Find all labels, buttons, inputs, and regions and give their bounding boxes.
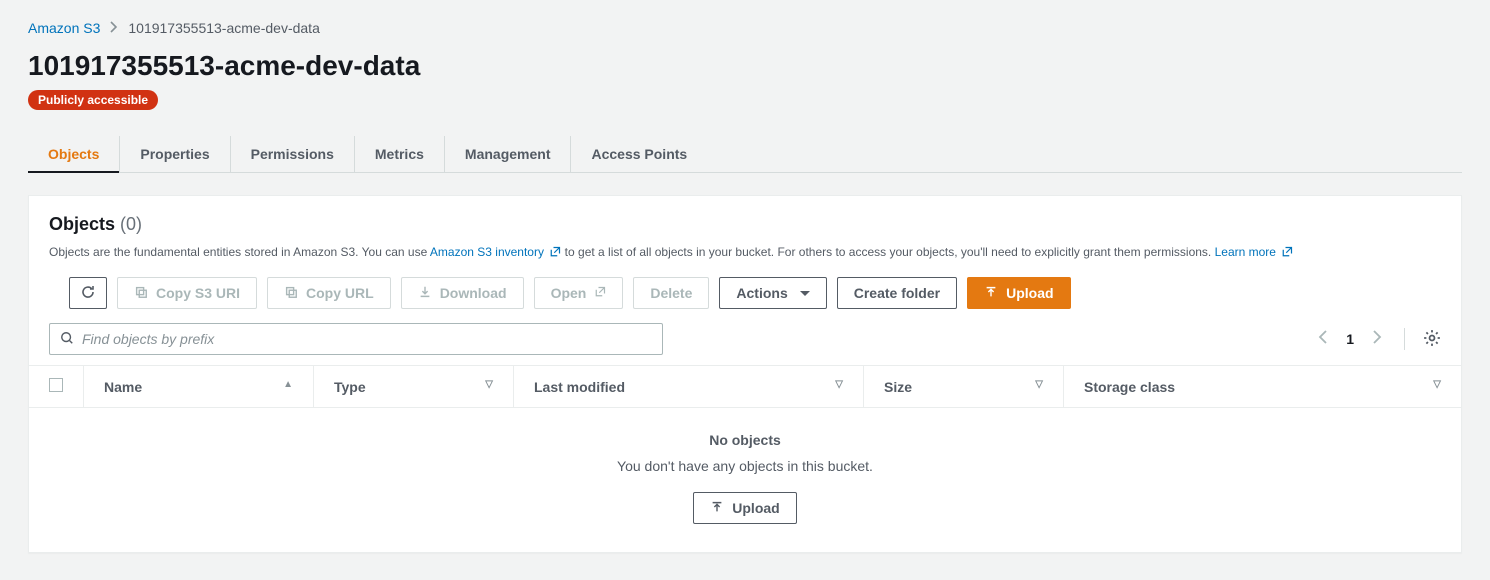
upload-icon [710, 500, 724, 517]
column-last-modified-label: Last modified [534, 379, 625, 395]
empty-upload-button[interactable]: Upload [693, 492, 796, 524]
tab-permissions[interactable]: Permissions [231, 136, 355, 172]
panel-description: Objects are the fundamental entities sto… [49, 243, 1441, 263]
select-all-checkbox[interactable] [49, 378, 63, 392]
tab-properties[interactable]: Properties [120, 136, 230, 172]
breadcrumb: Amazon S3 101917355513-acme-dev-data [28, 20, 1462, 36]
panel-title-text: Objects [49, 214, 115, 234]
search-input[interactable] [82, 331, 652, 347]
external-link-icon [1281, 245, 1293, 263]
copy-s3-uri-button[interactable]: Copy S3 URI [117, 277, 257, 309]
tab-management[interactable]: Management [445, 136, 572, 172]
filter-row: 1 [29, 309, 1461, 365]
actions-dropdown[interactable]: Actions [719, 277, 826, 309]
open-button[interactable]: Open [534, 277, 624, 309]
desc-text-2: to get a list of all objects in your buc… [565, 245, 1215, 259]
chevron-right-icon [110, 21, 118, 36]
desc-text-1: Objects are the fundamental entities sto… [49, 245, 430, 259]
download-button[interactable]: Download [401, 277, 524, 309]
tab-metrics[interactable]: Metrics [355, 136, 445, 172]
select-all-header [29, 366, 84, 408]
column-size-label: Size [884, 379, 912, 395]
table-header-row: Name ▲ Type ▽ Last modified ▽ Size ▽ [29, 366, 1461, 408]
sort-asc-icon: ▲ [283, 379, 293, 390]
column-storage-class-label: Storage class [1084, 379, 1175, 395]
search-icon [60, 331, 74, 348]
empty-state: No objects You don't have any objects in… [29, 408, 1461, 552]
external-link-icon [549, 245, 561, 263]
pager-prev[interactable] [1314, 326, 1332, 353]
download-label: Download [440, 285, 507, 301]
pager-current-page: 1 [1346, 331, 1354, 347]
delete-button[interactable]: Delete [633, 277, 709, 309]
gear-icon [1423, 329, 1441, 347]
actions-label: Actions [736, 285, 787, 301]
breadcrumb-root-link[interactable]: Amazon S3 [28, 20, 100, 36]
tab-bar: Objects Properties Permissions Metrics M… [28, 136, 1462, 173]
learn-more-text: Learn more [1215, 245, 1276, 259]
column-type[interactable]: Type ▽ [314, 366, 514, 408]
inventory-link[interactable]: Amazon S3 inventory [430, 245, 565, 259]
column-type-label: Type [334, 379, 366, 395]
create-folder-label: Create folder [854, 285, 940, 301]
breadcrumb-current: 101917355513-acme-dev-data [128, 20, 319, 36]
search-box[interactable] [49, 323, 663, 355]
external-link-icon [594, 285, 606, 301]
page-title: 101917355513-acme-dev-data [28, 50, 1462, 82]
panel-title: Objects (0) [49, 214, 1441, 235]
copy-url-button[interactable]: Copy URL [267, 277, 391, 309]
sort-icon: ▽ [485, 379, 493, 390]
sort-icon: ▽ [1035, 379, 1043, 390]
refresh-icon [80, 284, 96, 303]
column-name-label: Name [104, 379, 142, 395]
create-folder-button[interactable]: Create folder [837, 277, 957, 309]
settings-button[interactable] [1423, 329, 1441, 350]
upload-button[interactable]: Upload [967, 277, 1070, 309]
empty-title: No objects [29, 432, 1461, 448]
objects-panel: Objects (0) Objects are the fundamental … [28, 195, 1462, 553]
toolbar: Copy S3 URI Copy URL Download Open [49, 277, 1441, 309]
column-last-modified[interactable]: Last modified ▽ [514, 366, 864, 408]
inventory-link-text: Amazon S3 inventory [430, 245, 544, 259]
copy-s3-uri-label: Copy S3 URI [156, 285, 240, 301]
tab-objects[interactable]: Objects [28, 136, 120, 172]
objects-count: (0) [120, 214, 142, 234]
download-icon [418, 285, 432, 302]
copy-icon [284, 285, 298, 302]
column-name[interactable]: Name ▲ [84, 366, 314, 408]
refresh-button[interactable] [69, 277, 107, 309]
learn-more-link[interactable]: Learn more [1215, 245, 1294, 259]
column-size[interactable]: Size ▽ [864, 366, 1064, 408]
column-storage-class[interactable]: Storage class ▽ [1064, 366, 1462, 408]
copy-url-label: Copy URL [306, 285, 374, 301]
empty-upload-label: Upload [732, 500, 779, 516]
sort-icon: ▽ [1433, 379, 1441, 390]
upload-icon [984, 285, 998, 302]
upload-label: Upload [1006, 285, 1053, 301]
open-label: Open [551, 285, 587, 301]
public-access-badge: Publicly accessible [28, 90, 158, 110]
pager: 1 [1314, 326, 1441, 353]
delete-label: Delete [650, 285, 692, 301]
sort-icon: ▽ [835, 379, 843, 390]
objects-table: Name ▲ Type ▽ Last modified ▽ Size ▽ [29, 365, 1461, 408]
empty-subtitle: You don't have any objects in this bucke… [29, 458, 1461, 474]
divider [1404, 328, 1405, 350]
pager-next[interactable] [1368, 326, 1386, 353]
caret-down-icon [800, 291, 810, 296]
copy-icon [134, 285, 148, 302]
tab-access-points[interactable]: Access Points [571, 136, 707, 172]
